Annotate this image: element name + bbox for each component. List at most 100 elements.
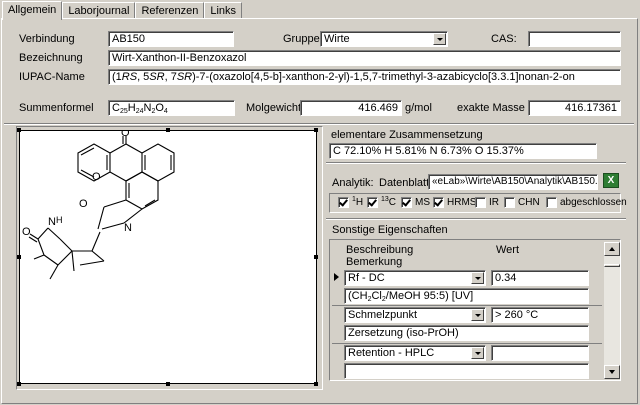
check-hrms-label: HRMS	[447, 197, 477, 208]
property-value-field[interactable]: 0.34	[491, 270, 589, 286]
divider	[4, 123, 634, 125]
check-1h-label: 1H	[352, 196, 364, 208]
chevron-down-icon	[474, 313, 481, 317]
tab-laborjournal[interactable]: Laborjournal	[62, 2, 136, 19]
gruppe-label: Gruppe	[283, 33, 320, 45]
summenformel-label: Summenformel	[19, 102, 94, 114]
check-1h[interactable]: 1H	[338, 196, 364, 208]
resize-handle[interactable]	[17, 128, 21, 132]
analytik-checkbox-group: 1H 13C MS HRMS IR CHN abgeschlossen	[329, 193, 627, 213]
datenblatt-field[interactable]: «eLab»\Wirte\AB150\Analytik\AB150.xls	[428, 174, 598, 190]
arrow-up-icon	[609, 247, 615, 251]
check-hrms[interactable]: HRMS	[433, 197, 476, 208]
atom-n1: N	[124, 222, 132, 234]
remark-part: Cl	[371, 290, 382, 302]
formula-o: O	[155, 102, 164, 114]
arrow-down-icon	[609, 370, 615, 374]
check-ir[interactable]: IR	[475, 197, 499, 208]
structure-canvas[interactable]: O O O N O N H	[19, 130, 317, 384]
molecule-structure: O O O N O N H	[22, 131, 175, 280]
exakte-masse-label: exakte Masse	[457, 102, 525, 114]
checkbox-abgeschlossen[interactable]	[546, 197, 557, 208]
resize-handle[interactable]	[314, 255, 318, 259]
iupac-part: , 5	[137, 71, 150, 83]
tab-links[interactable]: Links	[204, 2, 243, 19]
iupac-part: (1	[112, 71, 122, 83]
current-row-indicator-icon	[334, 273, 339, 281]
molgewicht-field[interactable]: 416.469	[300, 100, 402, 116]
property-remark-field[interactable]: (CH2Cl2/MeOH 95:5) [UV]	[344, 288, 589, 304]
summenformel-field[interactable]: C25H24N2O4	[108, 100, 235, 116]
iupac-part: )-7-(oxazolo[4,5-b]-xanthon-2-yl)-1,5,7-…	[192, 71, 575, 83]
excel-icon[interactable]: X	[603, 173, 619, 188]
divider	[326, 162, 626, 164]
resize-handle[interactable]	[314, 382, 318, 386]
iupac-field[interactable]: (1RS, 5SR, 7SR)-7-(oxazolo[4,5-b]-xantho…	[108, 69, 621, 85]
tab-bar: Allgemein Laborjournal Referenzen Links	[2, 1, 243, 20]
column-bemerkung: Bemerkung	[346, 256, 403, 268]
divider	[326, 218, 626, 220]
cas-field[interactable]	[528, 31, 621, 47]
property-name: Schmelzpunkt	[348, 309, 418, 321]
composition-field[interactable]: C 72.10% H 5.81% N 6.73% O 15.37%	[329, 143, 597, 159]
resize-handle[interactable]	[166, 382, 170, 386]
formula-h-count: 24	[135, 108, 144, 115]
formula-c: C	[112, 102, 120, 114]
checkbox-ms[interactable]	[401, 197, 412, 208]
property-dropdown-button[interactable]	[471, 272, 484, 284]
atom-o2: O	[121, 131, 130, 139]
atom-o3: O	[79, 198, 88, 210]
check-ms[interactable]: MS	[401, 197, 430, 208]
iupac-stereo: SR	[176, 71, 193, 83]
analytik-label: Analytik:	[332, 177, 374, 189]
tab-referenzen[interactable]: Referenzen	[135, 2, 205, 19]
chevron-down-icon	[474, 276, 481, 280]
composition-label: elementare Zusammensetzung	[331, 129, 483, 141]
resize-handle[interactable]	[17, 255, 21, 259]
iupac-stereo: RS	[121, 71, 138, 83]
verbindung-field[interactable]: AB150	[108, 31, 234, 47]
molgewicht-label: Molgewicht	[246, 102, 302, 114]
bezeichnung-field[interactable]: Wirt-Xanthon-II-Benzoxazol	[108, 50, 621, 66]
property-dropdown-button[interactable]	[471, 347, 484, 359]
property-dropdown-button[interactable]	[471, 309, 484, 321]
checkbox-chn[interactable]	[504, 197, 515, 208]
property-name-select[interactable]: Schmelzpunkt	[344, 307, 486, 323]
property-name: Rf - DC	[348, 272, 385, 284]
remark-part: (CH	[348, 290, 368, 302]
check-ir-label: IR	[489, 197, 499, 208]
property-value-field[interactable]: > 260 °C	[491, 307, 589, 323]
iupac-label: IUPAC-Name	[19, 71, 85, 83]
checkbox-ir[interactable]	[475, 197, 486, 208]
property-name-select[interactable]: Retention - HPLC	[344, 345, 486, 361]
exakte-masse-field[interactable]: 416.17361	[528, 100, 621, 116]
bezeichnung-label: Bezeichnung	[19, 52, 83, 64]
column-wert: Wert	[496, 244, 520, 256]
check-abgeschlossen-label: abgeschlossen	[560, 197, 627, 208]
check-13c[interactable]: 13C	[367, 196, 396, 208]
property-value-field[interactable]	[491, 345, 589, 361]
checkbox-1h[interactable]	[338, 197, 349, 208]
gruppe-dropdown-button[interactable]	[433, 33, 446, 45]
check-abgeschlossen[interactable]: abgeschlossen	[546, 197, 627, 208]
resize-handle[interactable]	[17, 382, 21, 386]
property-name: Retention - HPLC	[348, 347, 435, 359]
property-name-select[interactable]: Rf - DC	[344, 270, 486, 286]
scroll-up-button[interactable]	[604, 242, 620, 256]
scroll-thumb[interactable]	[604, 264, 620, 267]
iupac-stereo: SR	[149, 71, 165, 83]
tab-allgemein[interactable]: Allgemein	[2, 1, 63, 20]
checkbox-13c[interactable]	[367, 197, 378, 208]
gruppe-select[interactable]: Wirte	[320, 31, 448, 47]
property-remark-field[interactable]	[344, 363, 589, 379]
datenblatt-label: Datenblatt	[379, 177, 430, 189]
formula-o-count: 4	[163, 108, 168, 115]
resize-handle[interactable]	[314, 128, 318, 132]
property-remark-field[interactable]: Zersetzung (iso-PrOH)	[344, 325, 589, 341]
checkbox-hrms[interactable]	[433, 197, 444, 208]
check-chn-label: CHN	[518, 197, 540, 208]
resize-handle[interactable]	[166, 128, 170, 132]
properties-scrollbar[interactable]	[604, 242, 620, 379]
check-chn[interactable]: CHN	[504, 197, 540, 208]
scroll-down-button[interactable]	[604, 365, 620, 379]
